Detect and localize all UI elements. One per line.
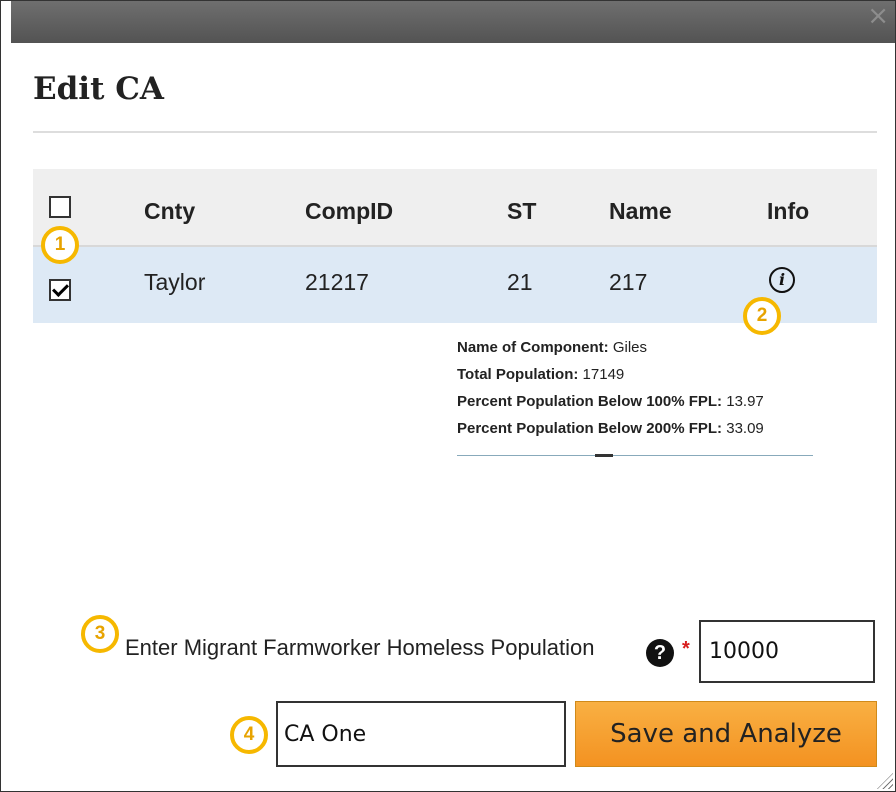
column-header-cnty: Cnty bbox=[144, 198, 196, 224]
select-all-checkbox[interactable] bbox=[49, 196, 71, 218]
title-divider bbox=[33, 131, 877, 133]
tooltip-pointer bbox=[595, 454, 613, 457]
tooltip-value: 17149 bbox=[582, 366, 625, 383]
population-label: Enter Migrant Farmworker Homeless Popula… bbox=[125, 635, 595, 660]
info-tooltip: Name of Component: Giles Total Populatio… bbox=[457, 337, 813, 457]
close-icon[interactable]: × bbox=[867, 3, 889, 29]
tooltip-value: 33.09 bbox=[726, 420, 764, 437]
callout-1: 1 bbox=[41, 226, 79, 264]
dialog-titlebar: × bbox=[11, 1, 895, 43]
edit-ca-dialog: × Edit CA Cnty CompID ST Name Info Taylo… bbox=[0, 0, 896, 792]
help-icon[interactable]: ? bbox=[646, 639, 674, 667]
resize-grip[interactable] bbox=[877, 773, 893, 789]
table-header-row: Cnty CompID ST Name Info bbox=[33, 169, 877, 247]
column-header-st: ST bbox=[507, 198, 537, 224]
tooltip-line: Name of Component: Giles bbox=[457, 337, 813, 364]
row-checkbox[interactable] bbox=[49, 279, 71, 301]
cell-compid: 21217 bbox=[305, 269, 369, 295]
dialog-title: Edit CA bbox=[33, 71, 164, 107]
tooltip-value: Giles bbox=[612, 339, 648, 356]
callout-3: 3 bbox=[81, 615, 119, 653]
tooltip-label: Name of Component: bbox=[457, 339, 609, 356]
cell-st: 21 bbox=[507, 269, 533, 295]
info-icon[interactable]: i bbox=[769, 267, 795, 293]
tooltip-label: Percent Population Below 200% FPL: bbox=[457, 420, 723, 437]
dialog-left-edge bbox=[1, 1, 11, 791]
save-and-analyze-button[interactable]: Save and Analyze bbox=[575, 701, 877, 767]
tooltip-value: 13.97 bbox=[726, 393, 764, 410]
column-header-compid: CompID bbox=[305, 198, 394, 224]
required-asterisk: * bbox=[682, 638, 690, 660]
tooltip-line: Percent Population Below 200% FPL: 33.09 bbox=[457, 418, 813, 445]
tooltip-line: Percent Population Below 100% FPL: 13.97 bbox=[457, 391, 813, 418]
tooltip-label: Total Population: bbox=[457, 366, 579, 383]
column-header-name: Name bbox=[609, 198, 672, 224]
tooltip-line: Total Population: 17149 bbox=[457, 364, 813, 391]
column-header-info: Info bbox=[767, 198, 810, 224]
cell-name: 217 bbox=[609, 269, 648, 295]
cell-cnty: Taylor bbox=[144, 269, 206, 295]
callout-2: 2 bbox=[743, 297, 781, 335]
callout-4: 4 bbox=[230, 716, 268, 754]
ca-name-input[interactable] bbox=[276, 701, 566, 767]
tooltip-label: Percent Population Below 100% FPL: bbox=[457, 393, 723, 410]
population-input[interactable] bbox=[699, 620, 875, 683]
